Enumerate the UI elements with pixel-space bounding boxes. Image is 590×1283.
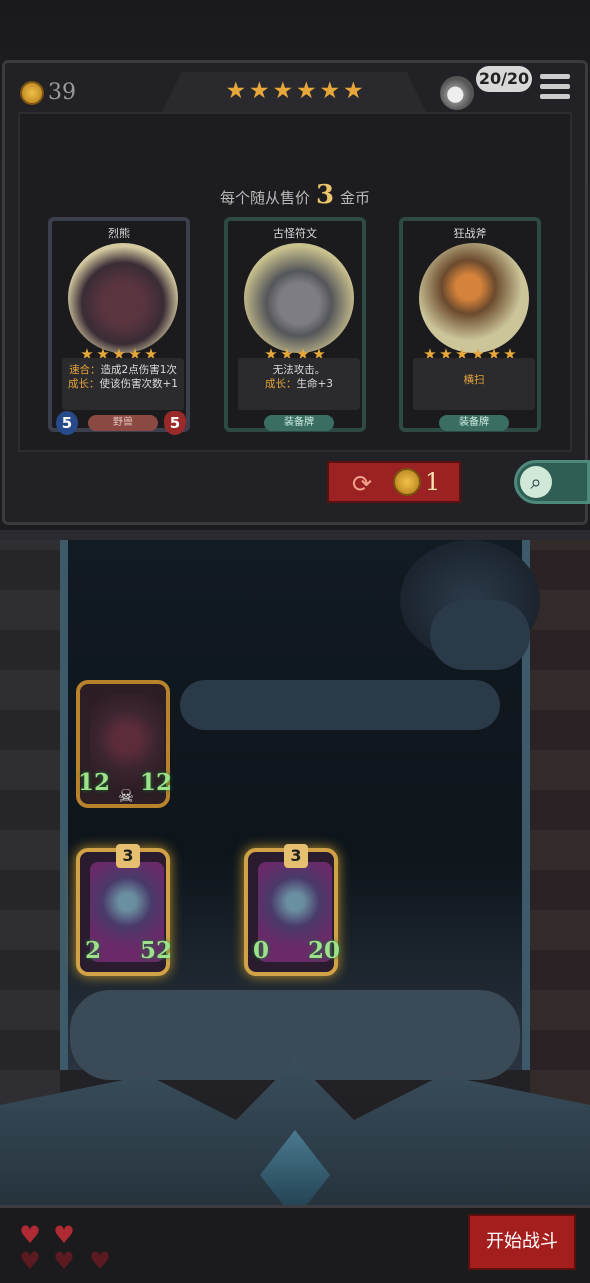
- card-type-tag: 装备牌: [439, 415, 509, 431]
- star-icon: ★: [272, 78, 294, 104]
- desc-text: 使该伤害次数+1: [99, 378, 178, 390]
- heart-icon: ♥: [19, 1221, 41, 1249]
- desc-text: 造成2点伤害1次: [100, 364, 177, 376]
- star-icon: ★: [225, 78, 247, 104]
- flame-bear-portrait: [68, 243, 178, 353]
- star-icon: ★: [295, 78, 317, 104]
- menu-icon[interactable]: [540, 74, 570, 102]
- board-minion-bear[interactable]: 12 12 ☠: [76, 680, 173, 808]
- desc-label: 成长：: [68, 378, 100, 390]
- price-prefix: 每个随从售价: [219, 189, 310, 207]
- board-minion-elf-1[interactable]: 3 2 52: [76, 844, 173, 976]
- card-description: 横扫: [413, 358, 535, 410]
- player-avatar[interactable]: [440, 76, 474, 110]
- gold-coin-icon: [393, 468, 421, 496]
- heart-empty-icon: ♥: [53, 1247, 75, 1275]
- card-name: 狂战斧: [453, 227, 487, 240]
- minion-tier: 3: [284, 844, 308, 868]
- desc-text: 无法攻击。: [272, 364, 326, 376]
- minion-health: 20: [308, 937, 341, 964]
- search-icon: ⌕: [520, 466, 552, 498]
- card-type-tag: 野兽: [88, 415, 158, 431]
- gold-coin-icon: [20, 81, 44, 105]
- desc-text: 横扫: [463, 374, 485, 386]
- desc-label: 成长：: [265, 378, 297, 390]
- right-wall: [530, 540, 590, 1190]
- pumpkin-axe-portrait: [419, 243, 529, 353]
- heart-empty-icon: ♥: [19, 1247, 41, 1275]
- minion-attack: 0: [252, 937, 269, 964]
- board-minion-elf-2[interactable]: 3 0 20: [244, 844, 341, 976]
- left-wall: [0, 540, 60, 1190]
- start-battle-button[interactable]: 开始战斗: [468, 1214, 576, 1270]
- health-stat: 5: [164, 411, 186, 435]
- card-description: 速合：造成2点伤害1次 成长：使该伤害次数+1: [62, 358, 184, 410]
- desc-label: 速合：: [69, 364, 101, 376]
- card-description: 无法攻击。 成长：生命+3: [238, 358, 360, 410]
- tavern-tier-stars: ★ ★ ★ ★ ★ ★: [224, 78, 374, 108]
- shop-card-bear[interactable]: 烈熊 ★ ★ ★ ★ ★ 速合：造成2点伤害1次 成长：使该伤害次数+1 野兽 5 5: [48, 217, 190, 435]
- attack-stat: 5: [56, 411, 78, 435]
- minion-health: 52: [140, 937, 173, 964]
- card-name: 烈熊: [108, 227, 130, 240]
- star-icon: ★: [342, 78, 364, 104]
- heart-empty-icon: ♥: [89, 1247, 111, 1275]
- refresh-icon: ⟳: [351, 470, 373, 498]
- minion-attack: 12: [78, 769, 111, 796]
- star-icon: ★: [319, 78, 341, 104]
- shop-card-axe[interactable]: 狂战斧 ★ ★ ★ ★ ★ ★ 横扫 装备牌: [399, 217, 541, 432]
- star-icon: ★: [248, 78, 270, 104]
- xp-counter: 20/20: [476, 66, 532, 92]
- cloud-decoration: [180, 680, 500, 730]
- stone-rune-portrait: [244, 243, 354, 353]
- minion-attack: 2: [84, 937, 101, 964]
- price-value: 3: [315, 180, 335, 210]
- shop-card-rune[interactable]: 古怪符文 ★ ★ ★ ★ 无法攻击。 成长：生命+3 装备牌: [224, 217, 366, 432]
- minion-tier: 3: [116, 844, 140, 868]
- gold-count: 39: [48, 80, 76, 105]
- cloud-decoration: [430, 600, 530, 670]
- heart-icon: ♥: [53, 1221, 75, 1249]
- refresh-cost: 1: [425, 468, 441, 496]
- card-type-tag: 装备牌: [264, 415, 334, 431]
- desc-text: 生命+3: [296, 378, 333, 390]
- skull-icon: ☠: [118, 786, 135, 807]
- sell-price-info: 每个随从售价 3 金币: [0, 180, 590, 210]
- minion-health: 12: [140, 769, 173, 796]
- price-suffix: 金币: [340, 189, 371, 207]
- card-name: 古怪符文: [273, 227, 317, 240]
